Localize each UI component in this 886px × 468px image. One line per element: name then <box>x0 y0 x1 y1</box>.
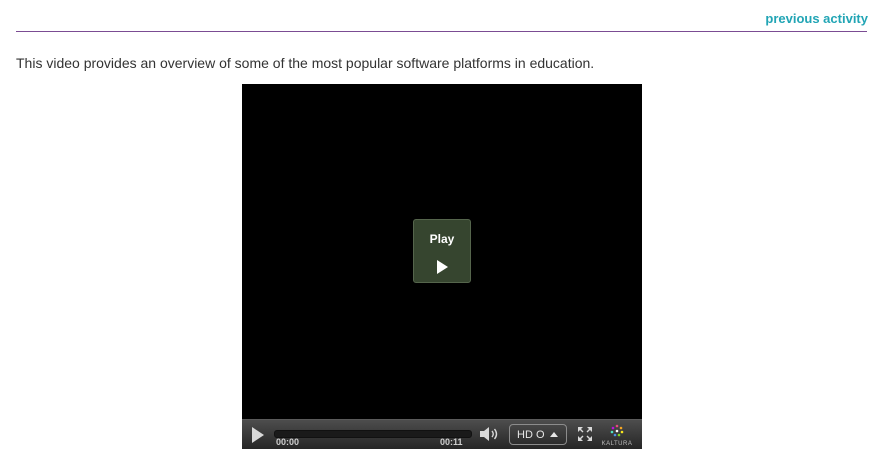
control-bar: 00:00 00:11 HD O KALTURA <box>242 419 642 449</box>
quality-label: HD O <box>517 429 545 441</box>
previous-activity-link[interactable]: previous activity <box>765 11 868 26</box>
play-overlay-label: Play <box>429 232 455 246</box>
play-overlay-button[interactable]: Play <box>413 219 471 283</box>
header-divider <box>16 31 867 32</box>
kaltura-logo-icon <box>610 424 624 437</box>
intro-text: This video provides an overview of some … <box>16 55 595 71</box>
volume-icon[interactable] <box>479 426 501 442</box>
kaltura-logo[interactable]: KALTURA <box>599 423 635 447</box>
total-time: 00:11 <box>440 437 463 447</box>
video-player[interactable]: Play 00:00 00:11 HD O KALTURA <box>242 84 642 449</box>
kaltura-text: KALTURA <box>601 441 633 447</box>
play-icon <box>437 260 448 274</box>
fullscreen-icon[interactable] <box>577 426 593 442</box>
play-button[interactable] <box>252 427 264 443</box>
caret-up-icon <box>550 432 558 437</box>
current-time: 00:00 <box>276 437 300 447</box>
quality-selector[interactable]: HD O <box>509 424 567 445</box>
